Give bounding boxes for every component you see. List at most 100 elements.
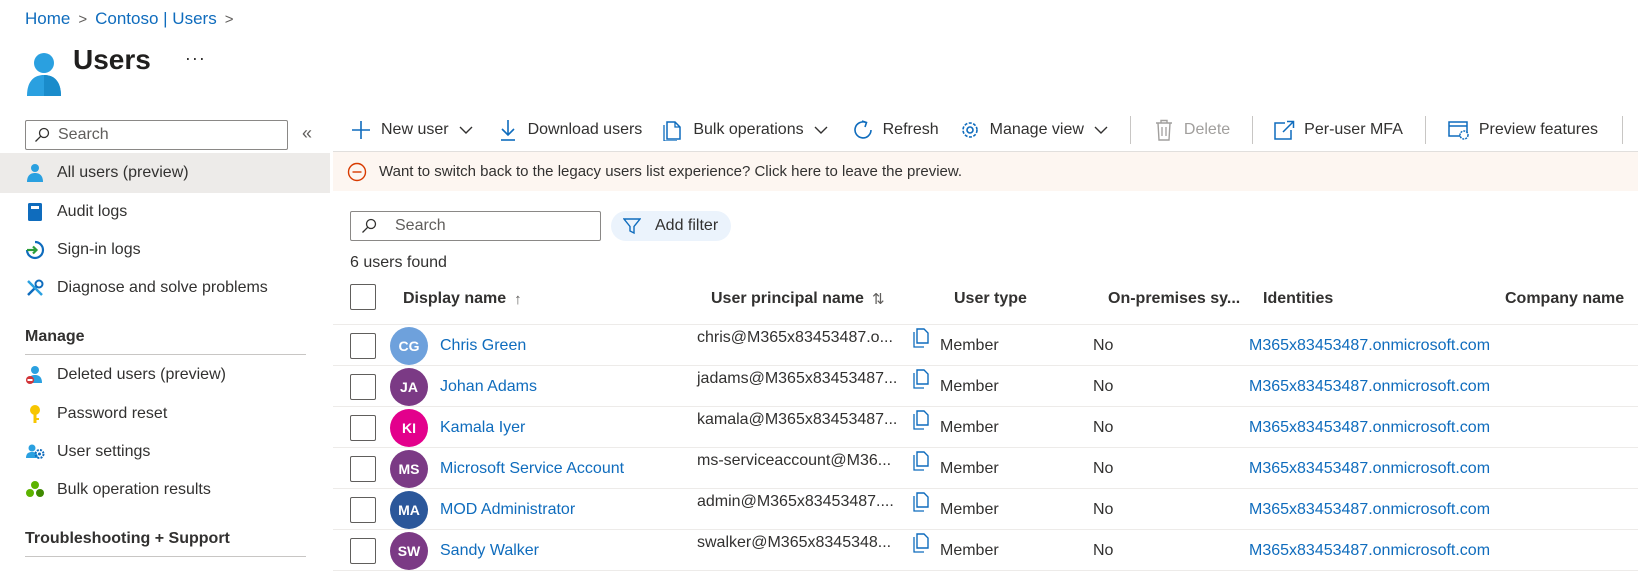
sidebar-item-sign-in-logs[interactable]: Sign-in logs — [0, 230, 330, 270]
column-header-upn[interactable]: User principal name ⇅ — [711, 290, 885, 308]
user-name-link[interactable]: Chris Green — [440, 337, 526, 355]
avatar: KI — [390, 409, 428, 447]
sidebar-item-password-reset[interactable]: Password reset — [0, 394, 330, 434]
breadcrumb-contoso-users[interactable]: Contoso | Users — [95, 9, 217, 29]
row-checkbox[interactable] — [350, 374, 376, 400]
row-checkbox[interactable] — [350, 538, 376, 564]
manage-view-label: Manage view — [989, 121, 1084, 138]
copy-icon[interactable] — [912, 533, 930, 553]
sort-ascending-icon: ↑ — [514, 290, 522, 308]
sidebar-item-bulk-results[interactable]: Bulk operation results — [0, 470, 330, 510]
collapse-sidebar-button[interactable]: « — [302, 123, 312, 144]
user-icon — [27, 53, 61, 96]
add-filter-label: Add filter — [655, 217, 719, 234]
copy-icon[interactable] — [912, 451, 930, 471]
column-label: Company name — [1505, 290, 1625, 307]
identity-link[interactable]: M365x83453487.onmicrosoft.com — [1249, 542, 1490, 560]
user-principal-name: kamala@M365x83453487... — [697, 411, 898, 428]
toolbar-separator — [1252, 116, 1254, 144]
gear-icon — [959, 119, 981, 141]
onprem-sync: No — [1093, 337, 1114, 354]
identity-link[interactable]: M365x83453487.onmicrosoft.com — [1249, 501, 1490, 519]
identity-link[interactable]: M365x83453487.onmicrosoft.com — [1249, 419, 1490, 437]
sidebar-item-diagnose[interactable]: Diagnose and solve problems — [0, 268, 330, 308]
onprem-sync: No — [1093, 419, 1114, 436]
banner-text: Want to switch back to the legacy users … — [379, 163, 963, 180]
onprem-sync: No — [1093, 542, 1114, 559]
book-icon — [25, 202, 45, 222]
per-user-mfa-label: Per-user MFA — [1304, 121, 1403, 138]
list-search-input[interactable] — [395, 217, 595, 235]
user-count: 6 users found — [350, 254, 447, 271]
user-name-link[interactable]: Microsoft Service Account — [440, 460, 624, 478]
preview-features-icon — [1448, 119, 1470, 141]
sidebar-item-audit-logs[interactable]: Audit logs — [0, 192, 330, 232]
preview-banner[interactable]: Want to switch back to the legacy users … — [333, 152, 1638, 191]
add-filter-button[interactable]: Add filter — [611, 211, 731, 241]
more-options-button[interactable]: ··· — [185, 48, 206, 69]
preview-features-label: Preview features — [1478, 121, 1599, 138]
column-header-onprem[interactable]: On-premises sy... — [1108, 290, 1240, 308]
identity-link[interactable]: M365x83453487.onmicrosoft.com — [1249, 378, 1490, 396]
chevron-right-icon: > — [78, 10, 88, 28]
column-header-user-type[interactable]: User type — [954, 290, 1027, 308]
new-user-button[interactable]: New user — [350, 115, 473, 145]
chevron-down-icon — [459, 126, 473, 134]
onprem-sync: No — [1093, 378, 1114, 395]
column-header-company[interactable]: Company name — [1505, 290, 1624, 308]
bulk-operations-icon — [662, 119, 684, 141]
onprem-sync: No — [1093, 460, 1114, 477]
row-checkbox[interactable] — [350, 415, 376, 441]
identity-link[interactable]: M365x83453487.onmicrosoft.com — [1249, 337, 1490, 355]
breadcrumb: Home > Contoso | Users > — [25, 9, 233, 29]
copy-icon[interactable] — [912, 369, 930, 389]
copy-icon[interactable] — [912, 492, 930, 512]
sidebar-item-deleted-users[interactable]: Deleted users (preview) — [0, 355, 330, 395]
column-header-display-name[interactable]: Display name ↑ — [403, 290, 522, 308]
user-principal-name: ms-serviceaccount@M36... — [697, 452, 892, 469]
bulk-operations-button[interactable]: Bulk operations — [662, 115, 828, 145]
bulk-operations-label: Bulk operations — [693, 121, 804, 138]
column-label: Display name — [403, 290, 507, 307]
copy-icon[interactable] — [912, 328, 930, 348]
copy-icon[interactable] — [912, 410, 930, 430]
row-checkbox[interactable] — [350, 456, 376, 482]
list-search[interactable] — [350, 211, 601, 241]
select-all-checkbox[interactable] — [350, 284, 376, 310]
sidebar-item-label: All users (preview) — [57, 164, 189, 181]
sidebar-search-input[interactable] — [58, 126, 258, 144]
page-title: Users — [73, 44, 151, 75]
search-icon — [35, 127, 50, 142]
per-user-mfa-button[interactable]: Per-user MFA — [1273, 115, 1403, 145]
refresh-button[interactable]: Refresh — [852, 115, 939, 145]
sidebar-item-user-settings[interactable]: User settings — [0, 432, 330, 472]
delete-button[interactable]: Delete — [1153, 115, 1230, 145]
toolbar-separator — [1424, 116, 1426, 144]
avatar: JA — [390, 368, 428, 406]
user-name-link[interactable]: Sandy Walker — [440, 542, 539, 560]
sidebar-item-all-users[interactable]: All users (preview) — [0, 153, 330, 193]
identity-link[interactable]: M365x83453487.onmicrosoft.com — [1249, 460, 1490, 478]
download-users-button[interactable]: Download users — [497, 115, 642, 145]
row-checkbox[interactable] — [350, 497, 376, 523]
manage-view-button[interactable]: Manage view — [959, 115, 1108, 145]
preview-features-button[interactable]: Preview features — [1448, 115, 1598, 145]
user-name-link[interactable]: Kamala Iyer — [440, 419, 525, 437]
user-type: Member — [940, 337, 999, 354]
wrench-icon — [25, 278, 45, 298]
user-name-link[interactable]: MOD Administrator — [440, 501, 575, 519]
row-checkbox[interactable] — [350, 333, 376, 359]
user-name-link[interactable]: Johan Adams — [440, 378, 537, 396]
user-type: Member — [940, 419, 999, 436]
chevron-down-icon — [1094, 126, 1108, 134]
user-type: Member — [940, 460, 999, 477]
avatar: SW — [390, 532, 428, 570]
column-header-identities[interactable]: Identities — [1263, 290, 1333, 308]
sidebar-item-label: Diagnose and solve problems — [57, 279, 268, 296]
sidebar-item-label: Bulk operation results — [57, 481, 211, 498]
avatar: MS — [390, 450, 428, 488]
breadcrumb-home[interactable]: Home — [25, 9, 70, 29]
deleted-user-icon — [25, 365, 45, 385]
sidebar-search[interactable] — [25, 120, 288, 150]
download-icon — [497, 119, 519, 141]
